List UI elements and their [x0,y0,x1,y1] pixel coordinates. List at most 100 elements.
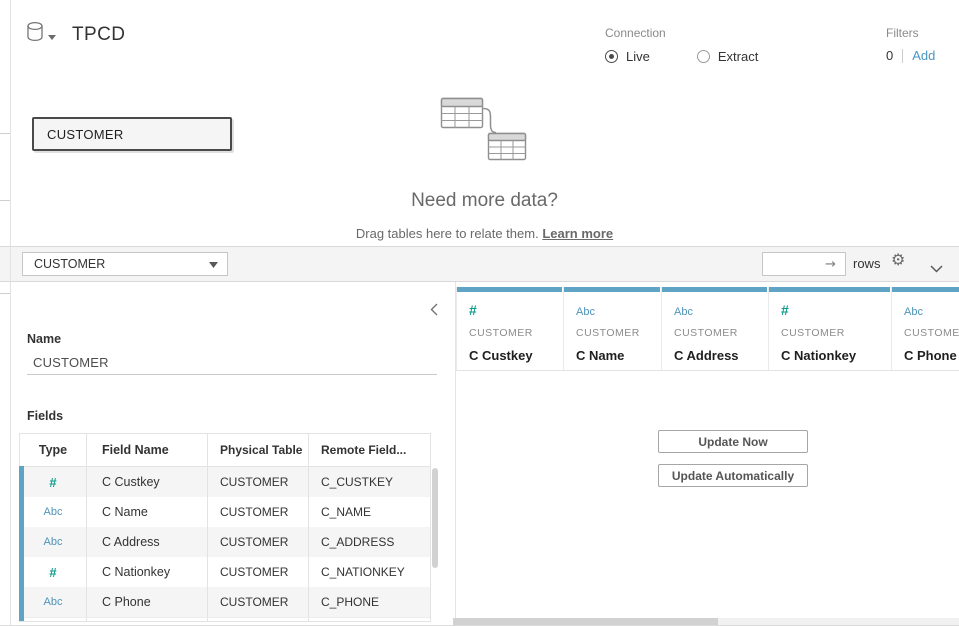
rows-count-box: → [762,252,846,276]
canvas-table-customer[interactable]: CUSTOMER [32,117,232,151]
column-field-name: C Phone [904,348,959,363]
filters-divider [902,49,903,63]
datasource-title-bar: TPCD [26,21,125,49]
cell-remote-field: C_NATIONKEY [309,557,431,587]
col-header-field-name[interactable]: Field Name [87,434,208,466]
radio-extract-icon[interactable] [697,50,710,63]
grid-column-header[interactable]: Abc CUSTOMER C Phone [892,287,959,371]
strip-tick [0,200,10,201]
table-selector-dropdown[interactable]: CUSTOMER [22,252,228,276]
database-icon[interactable] [26,21,44,49]
name-field[interactable]: CUSTOMER [33,355,109,370]
connection-section: Connection Live Extract [605,26,758,64]
cell-remote-field: C_PHONE [309,587,431,617]
table-row[interactable]: Abc C Phone CUSTOMER C_PHONE [20,587,430,617]
name-field-underline [27,374,437,375]
table-row-partial [20,617,430,622]
column-field-name: C Custkey [469,348,563,363]
number-type-icon: # [469,302,477,318]
table-row[interactable]: Abc C Address CUSTOMER C_ADDRESS [20,527,430,557]
fields-table-header: Type Field Name Physical Table Remote Fi… [20,434,430,467]
fields-label: Fields [27,409,63,423]
name-label: Name [27,332,61,346]
column-field-name: C Nationkey [781,348,891,363]
column-table-name: CUSTOMER [781,327,891,339]
radio-live-label: Live [626,49,650,64]
strip-tick [0,133,10,134]
cell-field-name: C Address [87,527,208,557]
database-menu-caret-icon[interactable] [48,27,56,45]
filters-label: Filters [886,26,935,40]
page-title: TPCD [72,24,125,46]
update-now-button[interactable]: Update Now [658,430,808,453]
rows-count-input[interactable] [767,254,825,274]
string-type-icon: Abc [44,536,63,548]
string-type-icon: Abc [904,306,923,318]
filters-add-link[interactable]: Add [912,48,935,63]
cell-field-name: C Name [87,497,208,527]
radio-live-icon[interactable] [605,50,618,63]
number-type-icon: # [49,475,56,490]
cell-remote-field: C_ADDRESS [309,527,431,557]
grid-column-header[interactable]: # CUSTOMER C Nationkey [769,287,892,371]
data-source-page: TPCD Connection Live Extract Filters 0 A… [0,0,959,626]
cell-remote-field: C_NAME [309,497,431,527]
radio-extract[interactable]: Extract [697,49,758,64]
dropdown-caret-icon [209,257,218,271]
cell-physical-table: CUSTOMER [208,587,309,617]
table-selector-value: CUSTOMER [34,257,105,271]
table-row[interactable]: # C Custkey CUSTOMER C_CUSTKEY [20,467,430,497]
grid-column-header[interactable]: Abc CUSTOMER C Address [662,287,769,371]
left-pane-divider [10,0,11,626]
string-type-icon: Abc [674,306,693,318]
column-table-name: CUSTOMER [469,327,563,339]
gear-icon[interactable]: ⚙ [891,250,905,269]
radio-extract-label: Extract [718,49,758,64]
datagrid-toolbar: CUSTOMER → rows ⚙ [0,247,959,282]
cell-remote-field: C_CUSTKEY [309,467,431,497]
cell-physical-table: CUSTOMER [208,557,309,587]
rows-label: rows [853,256,880,271]
radio-live[interactable]: Live [605,49,650,64]
cell-physical-table: CUSTOMER [208,497,309,527]
collapse-panel-icon[interactable] [428,301,440,323]
filters-count: 0 [886,48,893,63]
table-row[interactable]: Abc C Name CUSTOMER C_NAME [20,497,430,527]
grid-column-header[interactable]: # CUSTOMER C Custkey [456,287,564,371]
fields-table-accent-bar [19,466,24,621]
empty-state-hint: Drag tables here to relate them. [356,226,542,241]
number-type-icon: # [781,302,789,318]
cell-physical-table: CUSTOMER [208,467,309,497]
cell-physical-table: CUSTOMER [208,527,309,557]
table-row[interactable]: # C Nationkey CUSTOMER C_NATIONKEY [20,557,430,587]
cell-field-name: C Nationkey [87,557,208,587]
preview-grid-headers: # CUSTOMER C Custkey Abc CUSTOMER C Name… [456,287,959,371]
string-type-icon: Abc [576,306,595,318]
column-table-name: CUSTOMER [674,327,768,339]
col-header-type[interactable]: Type [20,434,87,466]
string-type-icon: Abc [44,506,63,518]
related-tables-icon [439,96,531,167]
column-table-name: CUSTOMER [576,327,661,339]
canvas-table-label: CUSTOMER [47,127,124,142]
update-automatically-button[interactable]: Update Automatically [658,464,808,487]
connection-label: Connection [605,26,758,40]
col-header-physical-table[interactable]: Physical Table [208,434,309,466]
string-type-icon: Abc [44,596,63,608]
rows-go-arrow-icon[interactable]: → [825,257,836,272]
column-field-name: C Name [576,348,661,363]
fields-table-scrollbar[interactable] [432,468,438,568]
column-field-name: C Address [674,348,768,363]
fields-table: Type Field Name Physical Table Remote Fi… [19,433,431,622]
filters-section: Filters 0 Add [886,26,935,63]
grid-column-header[interactable]: Abc CUSTOMER C Name [564,287,662,371]
number-type-icon: # [49,565,56,580]
canvas-bottom-divider [0,246,959,247]
col-header-remote-field[interactable]: Remote Field... [309,434,431,466]
column-table-name: CUSTOMER [904,327,959,339]
learn-more-link[interactable]: Learn more [542,226,613,241]
strip-tick [0,293,10,294]
empty-state-title: Need more data? [10,190,959,212]
chevron-down-icon[interactable] [930,260,943,278]
cell-field-name: C Custkey [87,467,208,497]
